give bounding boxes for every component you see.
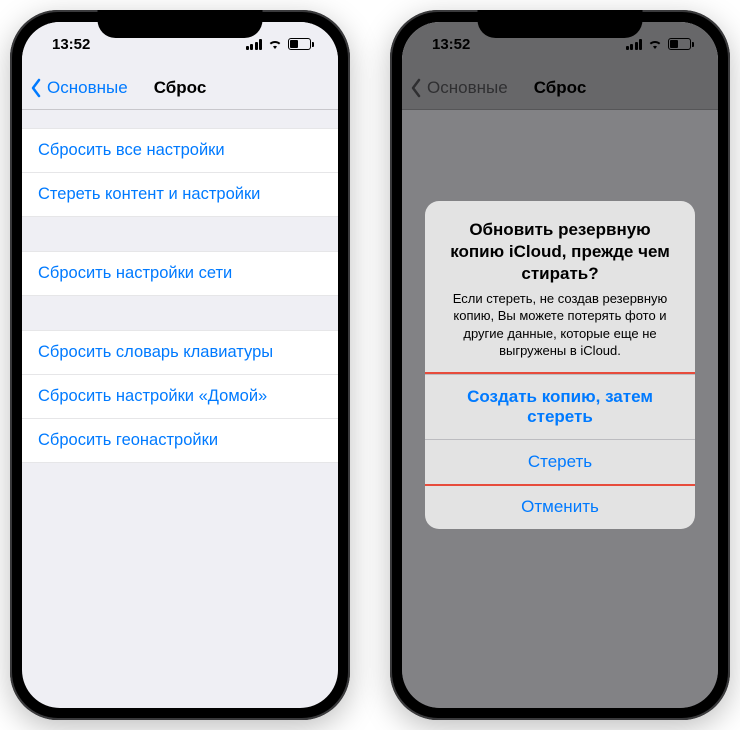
- erase-button[interactable]: Стереть: [425, 439, 695, 484]
- modal-overlay: Обновить резервную копию iCloud, прежде …: [402, 22, 718, 708]
- wifi-icon: [267, 38, 283, 50]
- back-button[interactable]: Основные: [22, 78, 128, 98]
- battery-icon: [288, 38, 314, 50]
- row-reset-all-settings[interactable]: Сбросить все настройки: [22, 128, 338, 173]
- signal-icon: [246, 39, 263, 50]
- backup-then-erase-button[interactable]: Создать копию, затем стереть: [425, 374, 695, 439]
- status-time: 13:52: [52, 36, 90, 53]
- alert-title: Обновить резервную копию iCloud, прежде …: [441, 219, 679, 285]
- screen-right: 13:52 Основные Сброс Сбросить все настро…: [402, 22, 718, 708]
- notch: [478, 10, 643, 38]
- row-reset-keyboard-dict[interactable]: Сбросить словарь клавиатуры: [22, 330, 338, 375]
- nav-bar: Основные Сброс: [22, 66, 338, 110]
- chevron-left-icon: [30, 78, 42, 98]
- row-reset-home-layout[interactable]: Сбросить настройки «Домой»: [22, 375, 338, 419]
- row-erase-content-settings[interactable]: Стереть контент и настройки: [22, 173, 338, 217]
- phone-right: 13:52 Основные Сброс Сбросить все настро…: [390, 10, 730, 720]
- screen-left: 13:52 Основные Сброс Сбросить все настро…: [22, 22, 338, 708]
- icloud-backup-alert: Обновить резервную копию iCloud, прежде …: [425, 201, 695, 528]
- alert-message: Если стереть, не создав резервную копию,…: [441, 290, 679, 360]
- phone-left: 13:52 Основные Сброс Сбросить все настро…: [10, 10, 350, 720]
- cancel-button[interactable]: Отменить: [425, 484, 695, 529]
- row-reset-network[interactable]: Сбросить настройки сети: [22, 251, 338, 296]
- back-label: Основные: [47, 78, 128, 98]
- row-reset-location[interactable]: Сбросить геонастройки: [22, 419, 338, 463]
- notch: [98, 10, 263, 38]
- settings-content: Сбросить все настройки Стереть контент и…: [22, 110, 338, 463]
